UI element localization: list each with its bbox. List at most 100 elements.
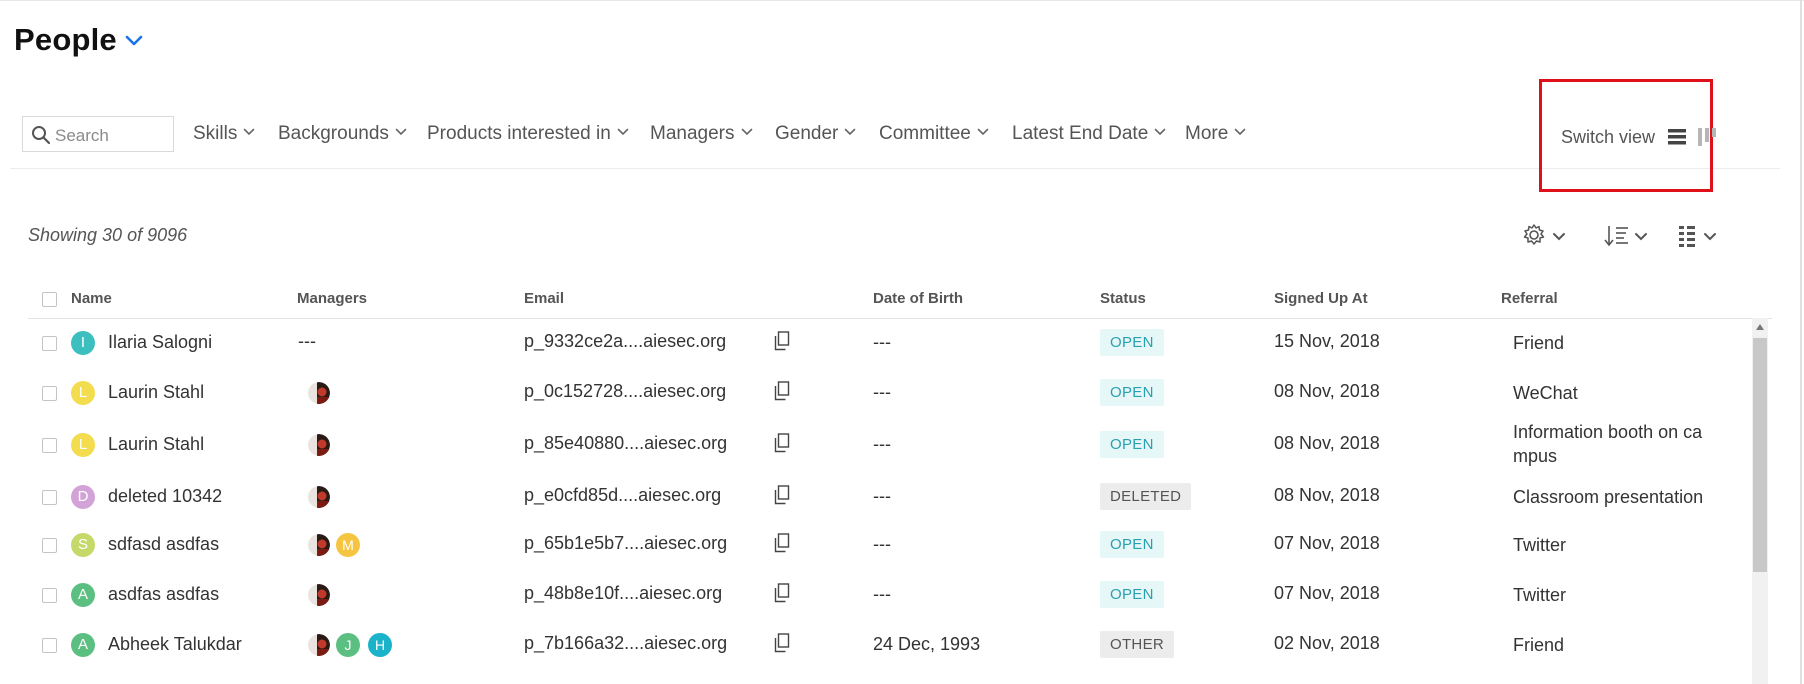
column-referral[interactable]: Referral — [1501, 290, 1558, 307]
scroll-up-arrow-icon[interactable] — [1755, 323, 1765, 331]
manager-avatar-photo[interactable] — [308, 584, 330, 606]
filter-label: Committee — [879, 123, 971, 144]
date-of-birth-cell: --- — [873, 434, 891, 454]
filter-backgrounds[interactable]: Backgrounds — [278, 123, 407, 145]
switch-view-label: Switch view — [1561, 127, 1656, 147]
board-view-icon[interactable] — [1697, 127, 1717, 147]
date-of-birth-cell: --- — [873, 332, 891, 352]
filter-label: More — [1185, 123, 1229, 144]
email-cell: p_7b166a32....aiesec.org — [524, 633, 728, 653]
title-dropdown-chevron-icon[interactable] — [124, 34, 144, 48]
avatar: S — [71, 533, 95, 557]
manager-avatar[interactable]: H — [368, 633, 392, 657]
filter-skills[interactable]: Skills — [193, 123, 255, 145]
avatar: A — [71, 583, 95, 607]
filter-label: Latest End Date — [1012, 123, 1149, 144]
row-checkbox[interactable] — [42, 638, 57, 653]
signed-up-at-cell: 08 Nov, 2018 — [1274, 381, 1380, 401]
person-name-link[interactable]: Ilaria Salogni — [108, 332, 212, 353]
filter-more[interactable]: More — [1185, 123, 1246, 145]
window-edge — [1800, 0, 1802, 684]
status-badge: DELETED — [1100, 483, 1192, 510]
email-cell: p_0c152728....aiesec.org — [524, 381, 727, 401]
manager-avatar-photo[interactable] — [308, 434, 330, 456]
column-signed-up-at[interactable]: Signed Up At — [1274, 290, 1368, 307]
signed-up-at-cell: 08 Nov, 2018 — [1274, 485, 1380, 505]
date-of-birth-cell: --- — [873, 486, 891, 506]
referral-cell: Friend — [1513, 635, 1565, 655]
table-row[interactable]: L Laurin Stahl p_0c152728....aiesec.org -… — [28, 368, 1748, 418]
manager-avatar-photo[interactable] — [308, 534, 330, 556]
copy-icon[interactable] — [774, 331, 790, 351]
column-managers[interactable]: Managers — [297, 290, 367, 307]
table-row[interactable]: Aasdfas asdfas p_48b8e10f....aiesec.org … — [28, 570, 1748, 620]
settings-gear-icon[interactable] — [1522, 224, 1570, 250]
table-row[interactable]: A Abheek Talukdar J Hp_7b166a32....aiesec.… — [28, 620, 1748, 670]
row-checkbox[interactable] — [42, 490, 57, 505]
signed-up-at-cell: 08 Nov, 2018 — [1274, 433, 1380, 453]
copy-icon[interactable] — [774, 381, 790, 401]
filter-committee[interactable]: Committee — [879, 123, 989, 145]
signed-up-at-cell: 07 Nov, 2018 — [1274, 583, 1380, 603]
chevron-down-icon — [1234, 128, 1246, 136]
manager-avatar-photo[interactable] — [308, 486, 330, 508]
manager-avatar[interactable]: M — [336, 533, 360, 557]
manager-avatar-photo[interactable] — [308, 634, 330, 656]
copy-icon[interactable] — [774, 485, 790, 505]
table-row[interactable]: Ssdfasd asdfas Mp_65b1e5b7....aiesec.org… — [28, 520, 1748, 570]
results-count: Showing 30 of 9096 — [28, 225, 188, 245]
table-row[interactable]: Ddeleted 10342 p_e0cfd85d....aiesec.org … — [28, 472, 1748, 522]
filter-products-interested-in[interactable]: Products interested in — [427, 123, 629, 145]
referral-cell: Twitter — [1513, 585, 1567, 605]
copy-icon[interactable] — [774, 533, 790, 553]
filter-label: Products interested in — [427, 123, 611, 144]
column-date-of-birth[interactable]: Date of Birth — [873, 290, 963, 307]
manager-avatar[interactable]: J — [336, 633, 360, 657]
person-name-link[interactable]: asdfas asdfas — [108, 584, 219, 605]
filter-label: Gender — [775, 123, 839, 144]
select-all-checkbox[interactable] — [42, 292, 57, 307]
copy-icon[interactable] — [774, 583, 790, 603]
status-badge: OTHER — [1100, 631, 1174, 658]
person-name-link[interactable]: sdfasd asdfas — [108, 534, 219, 555]
email-cell: p_48b8e10f....aiesec.org — [524, 583, 723, 603]
person-name-link[interactable]: Laurin Stahl — [108, 382, 204, 403]
filter-gender[interactable]: Gender — [775, 123, 856, 145]
referral-cell: WeChat — [1513, 383, 1578, 403]
person-name-link[interactable]: Laurin Stahl — [108, 434, 204, 455]
search-input[interactable]: Search — [22, 116, 174, 152]
person-name-link[interactable]: Abheek Talukdar — [108, 634, 242, 655]
row-checkbox[interactable] — [42, 336, 57, 351]
filter-latest-end-date[interactable]: Latest End Date — [1012, 123, 1166, 145]
copy-icon[interactable] — [774, 433, 790, 453]
referral-cell: Friend — [1513, 333, 1565, 353]
chevron-down-icon — [977, 128, 989, 136]
column-status[interactable]: Status — [1100, 290, 1146, 307]
email-cell: p_e0cfd85d....aiesec.org — [524, 485, 722, 505]
date-of-birth-cell: --- — [873, 382, 891, 402]
filter-managers[interactable]: Managers — [650, 123, 753, 145]
table-row[interactable]: L Laurin Stahl p_85e40880....aiesec.org -… — [28, 416, 1748, 474]
signed-up-at-cell: 15 Nov, 2018 — [1274, 331, 1380, 351]
list-view-icon[interactable] — [1667, 127, 1687, 147]
date-of-birth-cell: 24 Dec, 1993 — [873, 634, 981, 654]
table-row[interactable]: I Ilaria Salogni --- p_9332ce2a....aiesec.o… — [28, 318, 1748, 368]
search-icon — [32, 126, 51, 145]
top-border — [0, 0, 1804, 1]
row-checkbox[interactable] — [42, 386, 57, 401]
row-checkbox[interactable] — [42, 538, 57, 553]
referral-cell: Information booth on ca mpus — [1513, 422, 1703, 466]
row-checkbox[interactable] — [42, 588, 57, 603]
manager-avatar-photo[interactable] — [308, 382, 330, 404]
person-name-link[interactable]: deleted 10342 — [108, 486, 222, 507]
scrollbar-thumb[interactable] — [1753, 338, 1767, 572]
date-of-birth-cell: --- — [873, 584, 891, 604]
columns-icon[interactable] — [1678, 224, 1726, 250]
column-email[interactable]: Email — [524, 290, 564, 307]
copy-icon[interactable] — [774, 633, 790, 653]
row-checkbox[interactable] — [42, 438, 57, 453]
avatar: I — [71, 331, 95, 355]
sort-icon[interactable] — [1604, 224, 1652, 250]
status-badge: OPEN — [1100, 581, 1164, 608]
column-name[interactable]: Name — [71, 290, 112, 307]
